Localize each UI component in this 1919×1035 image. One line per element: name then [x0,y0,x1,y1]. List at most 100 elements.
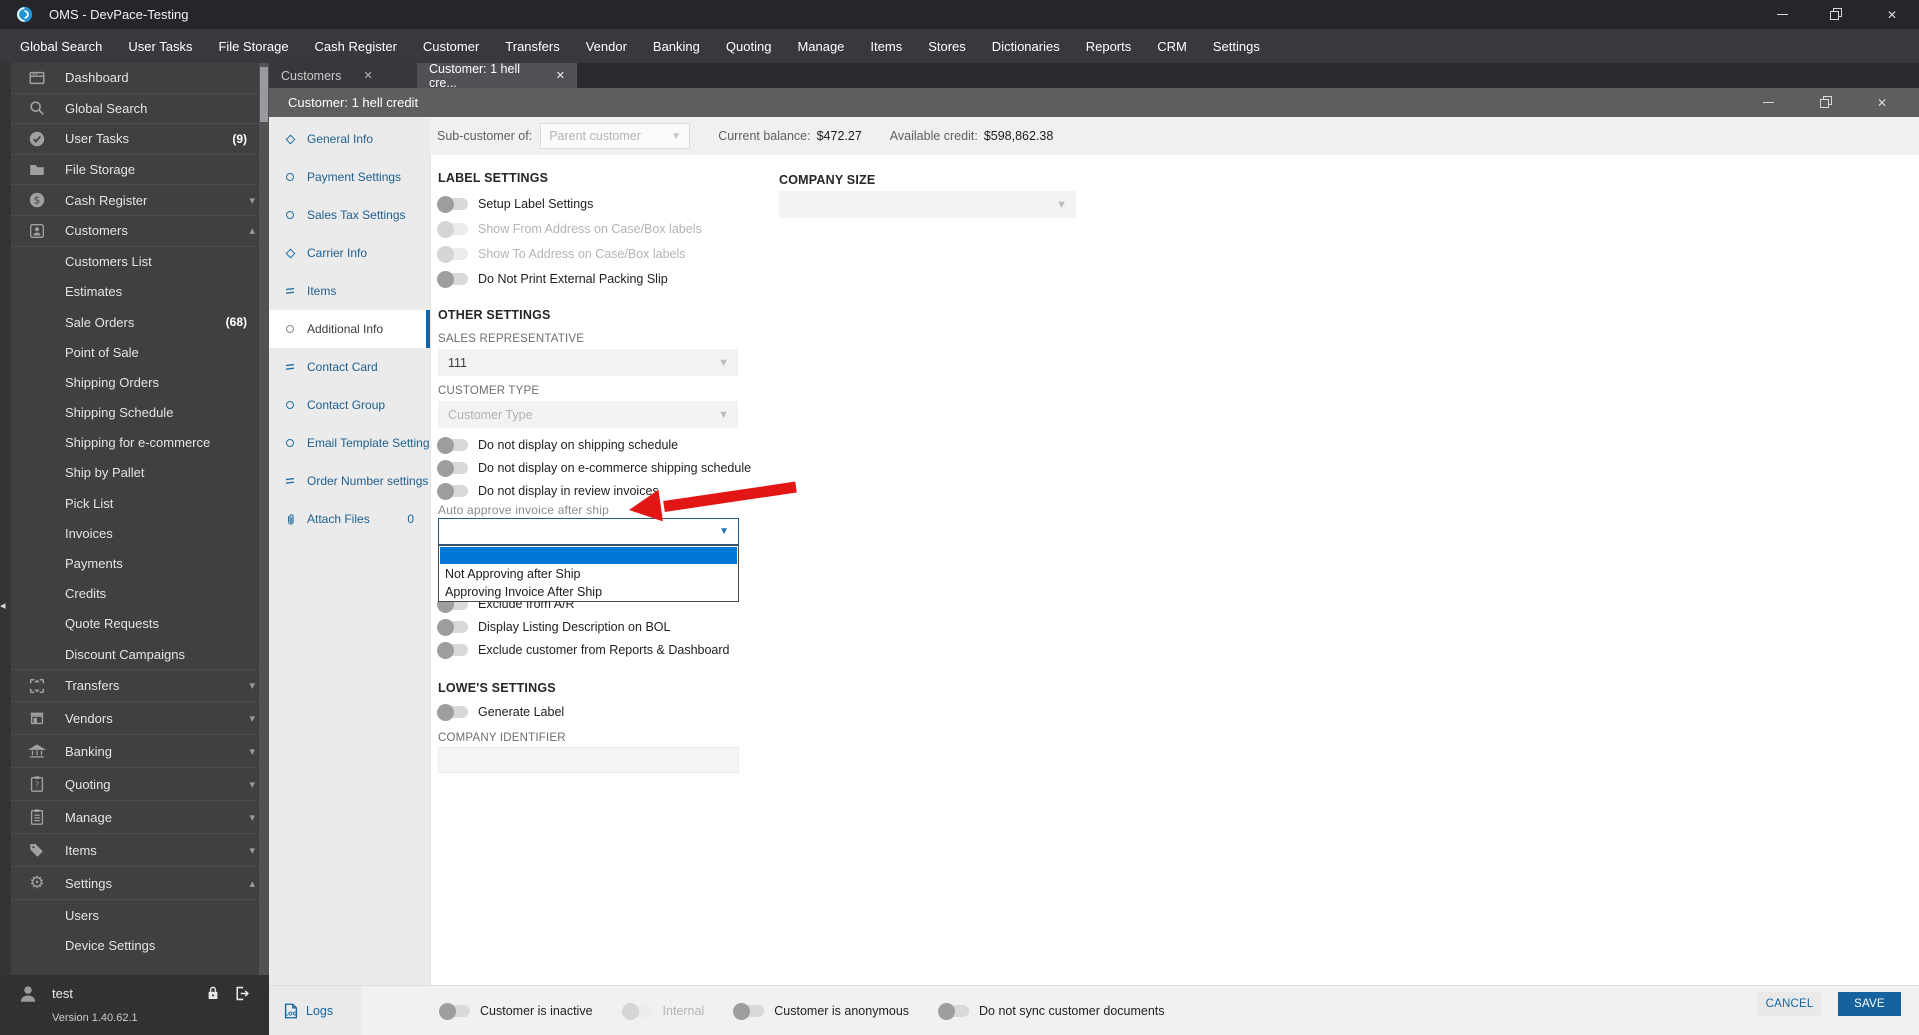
tab-customer-1-hell-credit[interactable]: Customer: 1 hell cre... ✕ [417,62,577,90]
sidebar-item-cash-register[interactable]: $ Cash Register ▾ [11,185,269,216]
setup-label-settings-toggle[interactable] [437,195,468,213]
close-icon[interactable]: ✕ [556,69,565,82]
sidebar-item-dashboard[interactable]: Dashboard [11,63,269,94]
lock-icon[interactable] [205,985,221,1006]
customer-inactive-toggle[interactable] [439,1002,470,1020]
sidebar-item-global-search[interactable]: Global Search [11,94,269,125]
sidebar-item-vendors[interactable]: Vendors ▾ [11,702,269,736]
sidebar-collapse-strip[interactable]: ◂ [0,63,11,975]
no-shipping-schedule-toggle[interactable] [437,436,468,454]
no-sync-documents-toggle[interactable] [938,1002,970,1020]
cancel-button[interactable]: CANCEL [1758,992,1821,1016]
nav-general-info[interactable]: General Info [269,120,430,158]
nav-attach-files[interactable]: Attach Files 0 [269,500,430,538]
sidebar-item-customers-list[interactable]: Customers List [11,247,269,277]
sidebar-scrollbar[interactable] [259,63,269,975]
sidebar-item-quote-requests[interactable]: Quote Requests [11,609,269,639]
nav-email-template-settings[interactable]: Email Template Settings [269,424,436,462]
menu-cash-register[interactable]: Cash Register [302,29,410,63]
mdi-restore-button[interactable] [1802,88,1848,117]
sidebar-item-quoting[interactable]: ? Quoting ▾ [11,768,269,802]
minimize-button[interactable] [1759,0,1805,29]
sidebar-item-file-storage[interactable]: File Storage [11,155,269,186]
sales-representative-dropdown[interactable]: 111 ▼ [438,349,738,376]
sidebar-item-shipping-ecommerce[interactable]: Shipping for e-commerce [11,428,269,458]
sidebar-item-device-settings[interactable]: Device Settings [11,930,269,960]
option-approving[interactable]: Approving Invoice After Ship [439,583,738,601]
sidebar-item-ship-by-pallet[interactable]: Ship by Pallet [11,458,269,488]
menu-reports[interactable]: Reports [1073,29,1145,63]
menu-file-storage[interactable]: File Storage [205,29,301,63]
sidebar-item-items[interactable]: Items ▾ [11,834,269,868]
close-button[interactable]: ✕ [1869,0,1915,29]
mdi-close-button[interactable]: ✕ [1859,88,1905,117]
close-icon[interactable]: ✕ [363,69,372,82]
current-balance-value: $472.27 [816,129,862,143]
menu-customer[interactable]: Customer [410,29,492,63]
menu-global-search[interactable]: Global Search [7,29,115,63]
company-identifier-input[interactable] [438,747,739,773]
save-button[interactable]: SAVE [1838,992,1901,1016]
menu-items[interactable]: Items [857,29,915,63]
nav-additional-info[interactable]: Additional Info [269,310,430,348]
sidebar-scrollbar-thumb[interactable] [260,67,268,122]
restore-button[interactable] [1812,0,1858,29]
sidebar-item-shipping-schedule[interactable]: Shipping Schedule [11,398,269,428]
sidebar-item-customers[interactable]: Customers ▴ [11,216,269,247]
menu-stores[interactable]: Stores [915,29,979,63]
option-not-approving[interactable]: Not Approving after Ship [439,565,738,583]
sidebar-item-banking[interactable]: Banking ▾ [11,735,269,769]
menu-crm[interactable]: CRM [1144,29,1200,63]
customer-type-dropdown[interactable]: Customer Type ▼ [438,401,738,428]
show-to-address-toggle[interactable] [437,245,468,263]
sidebar-item-shipping-orders[interactable]: Shipping Orders [11,367,269,397]
sidebar-item-manage[interactable]: Manage ▾ [11,801,269,835]
tab-customers[interactable]: Customers ✕ [269,63,417,88]
sidebar-item-discount-campaigns[interactable]: Discount Campaigns [11,639,269,669]
do-not-print-packing-slip-toggle[interactable] [437,270,468,288]
nav-contact-card[interactable]: Contact Card [269,348,430,386]
sidebar-item-payments[interactable]: Payments [11,548,269,578]
internal-toggle[interactable] [621,1002,653,1020]
company-size-dropdown[interactable]: ▼ [779,191,1076,218]
menu-quoting[interactable]: Quoting [713,29,785,63]
menu-transfers[interactable]: Transfers [492,29,572,63]
nav-sales-tax-settings[interactable]: Sales Tax Settings [269,196,430,234]
generate-label-toggle[interactable] [437,703,468,721]
sidebar-item-pick-list[interactable]: Pick List [11,488,269,518]
sidebar-item-point-of-sale[interactable]: Point of Sale [11,337,269,367]
sidebar-item-user-tasks[interactable]: User Tasks (9) [11,124,269,155]
logout-icon[interactable] [233,985,250,1007]
show-from-address-toggle[interactable] [437,220,468,238]
footer-bar: LOG Logs Customer is inactive Internal C… [269,985,1919,1035]
nav-payment-settings[interactable]: Payment Settings [269,158,430,196]
menu-banking[interactable]: Banking [640,29,713,63]
sidebar-item-sale-orders[interactable]: Sale Orders (68) [11,307,269,337]
nav-items[interactable]: Items [269,272,430,310]
menu-user-tasks[interactable]: User Tasks [115,29,205,63]
sidebar-item-transfers[interactable]: Transfers ▾ [11,669,269,703]
exclude-reports-toggle[interactable] [437,641,468,659]
mdi-minimize-button[interactable] [1745,88,1791,117]
no-review-invoices-toggle[interactable] [437,482,468,500]
menu-settings[interactable]: Settings [1200,29,1273,63]
customer-anonymous-toggle[interactable] [733,1002,765,1020]
nav-order-number-settings[interactable]: Order Number settings [269,462,430,500]
nav-carrier-info[interactable]: Carrier Info [269,234,430,272]
sidebar-item-users[interactable]: Users [11,900,269,930]
no-ecommerce-schedule-toggle[interactable] [437,459,468,477]
listing-description-bol-toggle[interactable] [437,618,468,636]
logs-button[interactable]: LOG Logs [269,986,361,1035]
label-settings-heading: LABEL SETTINGS [438,171,549,185]
menu-vendor[interactable]: Vendor [573,29,640,63]
sidebar-item-invoices[interactable]: Invoices [11,518,269,548]
option-blank-selected[interactable] [440,547,737,564]
sidebar-item-estimates[interactable]: Estimates [11,277,269,307]
menu-manage[interactable]: Manage [784,29,857,63]
nav-contact-group[interactable]: Contact Group [269,386,430,424]
menu-dictionaries[interactable]: Dictionaries [979,29,1073,63]
sidebar-item-settings[interactable]: ⚙ Settings ▴ [11,867,269,901]
parent-customer-dropdown[interactable]: Parent customer ▼ [540,123,691,149]
sidebar-item-credits[interactable]: Credits [11,579,269,609]
auto-approve-combobox[interactable]: ▼ [438,518,739,545]
